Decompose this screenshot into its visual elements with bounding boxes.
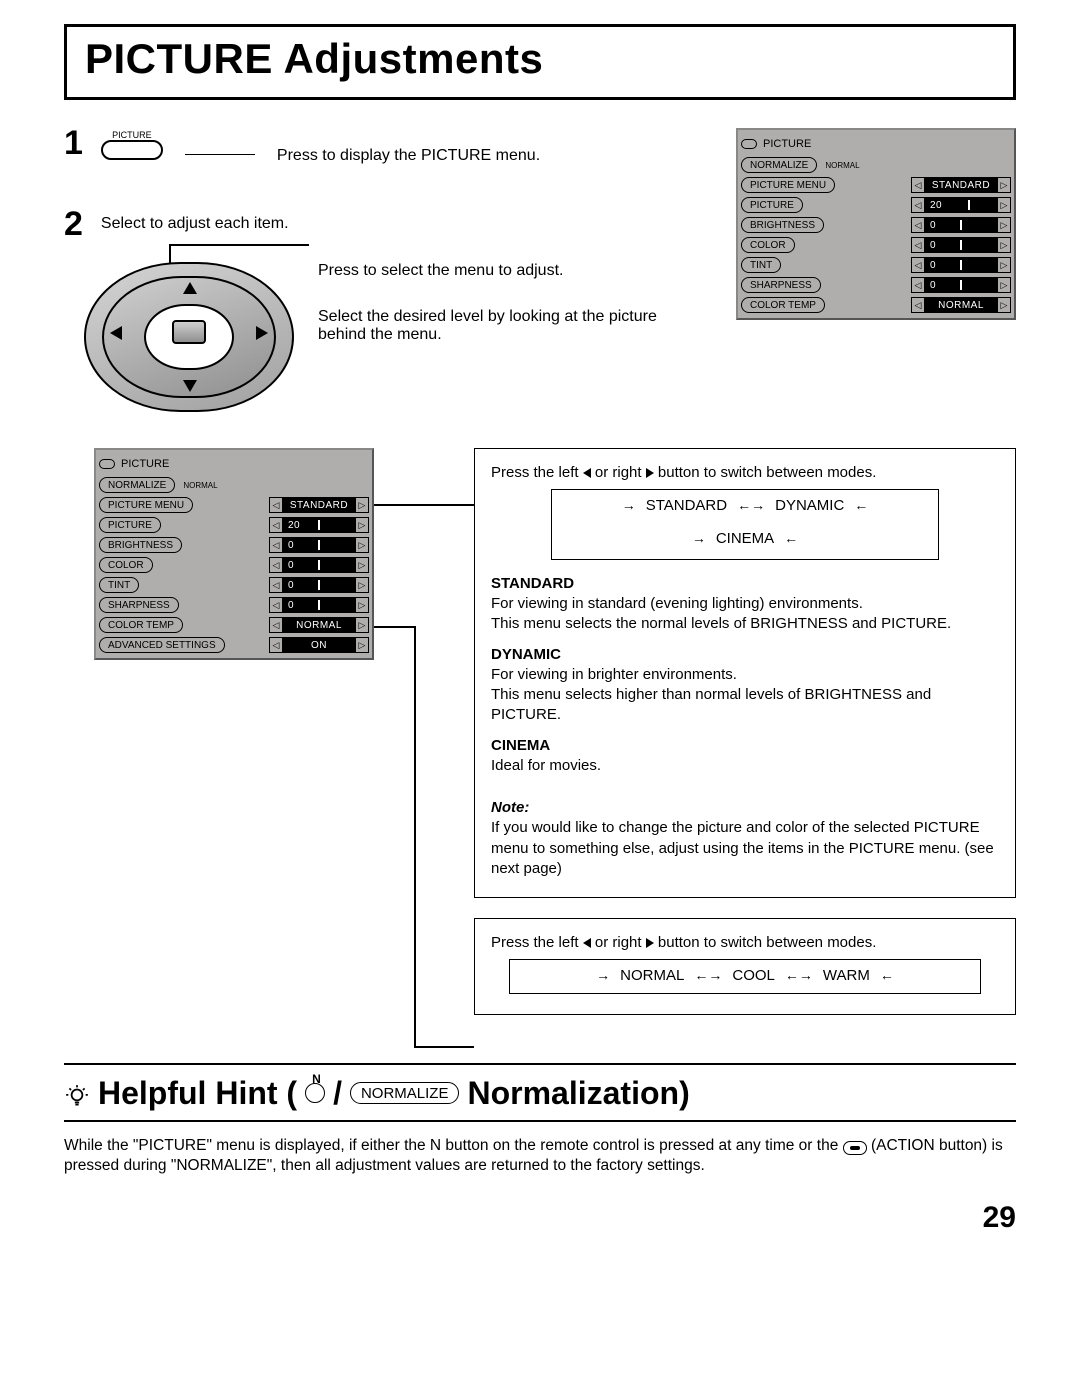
remote-picture-button-label: PICTURE: [101, 130, 163, 140]
dynamic-body-2: This menu selects higher than normal lev…: [491, 685, 999, 726]
right-arrow-icon: [646, 468, 654, 478]
step-1-number: 1: [64, 124, 83, 163]
lightbulb-icon: [64, 1080, 90, 1106]
osd-row-brightness: BRIGHTNESS ◁0▷: [741, 215, 1011, 235]
standard-body-1: For viewing in standard (evening lightin…: [491, 594, 999, 614]
osd-picture-menu-top: PICTURE NORMALIZE NORMAL PICTURE MENU ◁S…: [736, 128, 1016, 320]
osd-row-color-temp: COLOR TEMP ◁NORMAL▷: [99, 615, 369, 635]
osd-normalize-btn[interactable]: NORMALIZE: [741, 157, 817, 173]
n-button-icon: [305, 1083, 325, 1103]
osd-row-color: COLOR ◁0▷: [741, 235, 1011, 255]
color-temp-info-box: Press the left or right button to switch…: [474, 918, 1016, 1015]
step-1-text: Press to display the PICTURE menu.: [277, 147, 540, 165]
left-arrow-icon: [583, 468, 591, 478]
osd-title-icon: [99, 459, 115, 469]
temp-cycle-diagram: →NORMAL←→COOL←→WARM←: [509, 959, 981, 993]
section-divider: [64, 1120, 1016, 1122]
modes-info-box: Press the left or right button to switch…: [474, 448, 1016, 898]
page-title: PICTURE Adjustments: [85, 35, 995, 83]
dpad-up-icon: [183, 282, 197, 294]
remote-dpad[interactable]: [84, 262, 294, 412]
osd-picture-menu-left: PICTURE NORMALIZE NORMAL PICTURE MENU ◁S…: [94, 448, 374, 660]
step-2-intro: Select to adjust each item.: [101, 215, 289, 233]
osd-title-icon: [741, 139, 757, 149]
note-heading: Note:: [491, 798, 999, 818]
dpad-right-icon: [256, 326, 268, 340]
color-temp-intro: Press the left or right button to switch…: [491, 933, 999, 953]
osd-row-color-temp: COLOR TEMP ◁NORMAL▷: [741, 295, 1011, 315]
step-2-number: 2: [64, 205, 83, 244]
standard-heading: STANDARD: [491, 574, 999, 594]
helpful-hint-title: Helpful Hint ( / NORMALIZE Normalization…: [64, 1075, 1016, 1112]
dpad-left-icon: [110, 326, 122, 340]
step-2: 2 Select to adjust each item.: [64, 205, 706, 412]
osd-title-row: PICTURE: [741, 133, 1011, 155]
left-arrow-icon: [583, 938, 591, 948]
picture-button-icon: [101, 140, 163, 160]
right-arrow-icon: [646, 938, 654, 948]
step-2-level-text: Select the desired level by looking at t…: [318, 308, 658, 344]
cinema-heading: CINEMA: [491, 736, 999, 756]
osd-normalize-row: NORMALIZE NORMAL: [99, 475, 369, 495]
osd-title-text: PICTURE: [763, 138, 811, 150]
modes-intro: Press the left or right button to switch…: [491, 463, 999, 483]
dpad-down-icon: [183, 380, 197, 392]
osd-title-row: PICTURE: [99, 453, 369, 475]
osd-normalize-row: NORMALIZE NORMAL: [741, 155, 1011, 175]
remote-picture-button[interactable]: PICTURE: [101, 130, 163, 165]
osd-row-picture-menu: PICTURE MENU ◁STANDARD▷: [741, 175, 1011, 195]
osd-row-advanced: ADVANCED SETTINGS ◁ON▷: [99, 635, 369, 655]
osd-row-picture-menu: PICTURE MENU ◁STANDARD▷: [99, 495, 369, 515]
dynamic-body-1: For viewing in brighter environments.: [491, 665, 999, 685]
osd-row-tint: TINT ◁0▷: [741, 255, 1011, 275]
step-1: 1 PICTURE Press to display the PICTURE m…: [64, 124, 706, 165]
section-divider: [64, 1063, 1016, 1065]
page-title-frame: PICTURE Adjustments: [64, 24, 1016, 100]
dynamic-heading: DYNAMIC: [491, 645, 999, 665]
osd-normalize-state: NORMAL: [825, 161, 859, 170]
osd-row-sharpness: SHARPNESS ◁0▷: [741, 275, 1011, 295]
connector-line: [185, 154, 255, 155]
cinema-body: Ideal for movies.: [491, 756, 999, 776]
note-body: If you would like to change the picture …: [491, 818, 999, 879]
normalize-badge: NORMALIZE: [350, 1082, 460, 1104]
dpad-center-icon: [172, 320, 206, 344]
mode-cycle-diagram: →STANDARD←→DYNAMIC← →CINEMA←: [551, 489, 939, 560]
action-button-icon: [843, 1141, 867, 1155]
step-2-select-text: Press to select the menu to adjust.: [318, 262, 658, 280]
page-number: 29: [64, 1201, 1016, 1235]
osd-row-picture: PICTURE ◁20▷: [741, 195, 1011, 215]
helpful-hint-body: While the "PICTURE" menu is displayed, i…: [64, 1136, 1016, 1178]
standard-body-2: This menu selects the normal levels of B…: [491, 614, 999, 634]
